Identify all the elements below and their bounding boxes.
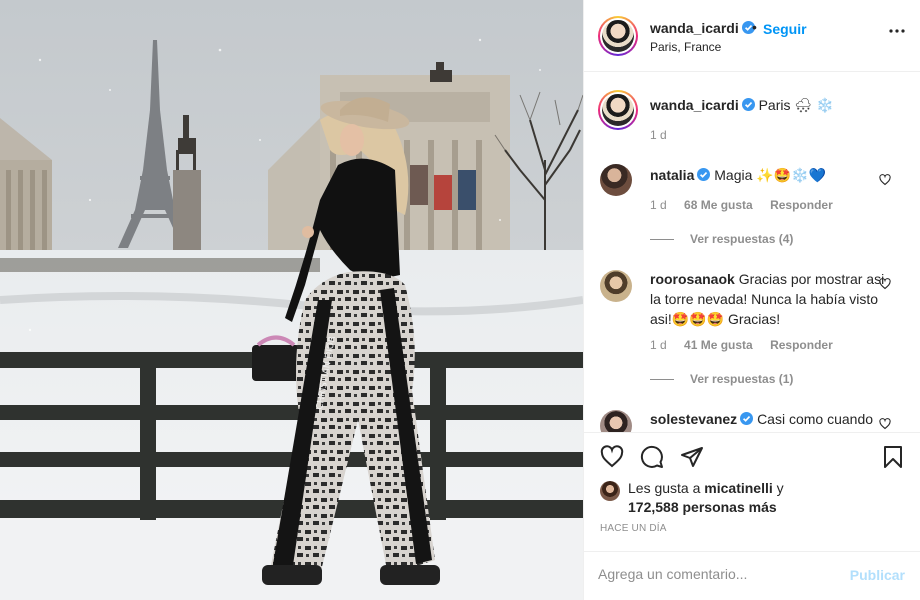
liker-avatar[interactable]	[600, 481, 620, 501]
replies-divider	[650, 379, 674, 381]
likes-summary: Les gusta a micatinelli y 172,588 person…	[628, 479, 784, 517]
paris-snow-photo: CHRISTIAN DIOR	[0, 0, 583, 600]
caption-meta: 1 d	[650, 128, 681, 142]
comment-bubble-icon[interactable]	[640, 445, 664, 469]
comment-text: roorosanaok Gracias por mostrar asi la t…	[650, 269, 885, 329]
comment-username[interactable]: natalia	[650, 167, 694, 183]
comment-time[interactable]: 1 d	[650, 198, 667, 212]
view-replies-button[interactable]: Ver respuestas (1)	[650, 372, 793, 386]
username-link[interactable]: wanda_icardi	[650, 20, 739, 36]
share-paper-plane-icon[interactable]	[680, 445, 704, 469]
publish-button[interactable]: Publicar	[850, 567, 905, 583]
verified-badge-icon	[740, 412, 754, 425]
separator-dot: •	[752, 19, 757, 35]
comment-avatar[interactable]	[600, 410, 632, 432]
follow-button[interactable]: Seguir	[763, 21, 807, 37]
comment-text: solestevanez Casi como cuando	[650, 409, 885, 429]
like-comment-heart-icon[interactable]	[879, 278, 891, 290]
likes-count[interactable]: 172,588 personas más	[628, 499, 777, 515]
caption-time[interactable]: 1 d	[650, 128, 667, 142]
like-comment-heart-icon[interactable]	[879, 418, 891, 430]
avatar[interactable]	[598, 90, 638, 130]
add-comment-bar: Publicar	[584, 551, 920, 600]
comment-meta: 1 d 68 Me gusta Responder	[650, 198, 847, 212]
reply-button[interactable]: Responder	[770, 338, 833, 352]
post-detail-panel: wanda_icardi • Seguir Paris, France wand…	[583, 0, 920, 600]
comment-meta: 1 d 41 Me gusta Responder	[650, 338, 847, 352]
replies-divider	[650, 239, 674, 241]
post-timestamp[interactable]: HACE UN DÍA	[600, 523, 667, 534]
comments-list[interactable]: wanda_icardi Paris 🌨 ❄️ 1 d natalia Magi…	[584, 72, 920, 432]
add-comment-input[interactable]	[598, 566, 828, 582]
view-replies-label[interactable]: Ver respuestas (1)	[690, 372, 793, 386]
avatar[interactable]	[598, 16, 638, 56]
more-options-icon[interactable]	[889, 28, 905, 34]
liker-username[interactable]: micatinelli	[704, 480, 772, 496]
view-replies-label[interactable]: Ver respuestas (4)	[690, 232, 793, 246]
reply-button[interactable]: Responder	[770, 198, 833, 212]
caption-body: Paris 🌨 ❄️	[758, 97, 834, 113]
caption-username[interactable]: wanda_icardi	[650, 97, 739, 113]
comment-likes[interactable]: 41 Me gusta	[684, 338, 753, 352]
verified-badge-icon	[697, 168, 711, 181]
post-location[interactable]: Paris, France	[650, 40, 721, 54]
comment-likes[interactable]: 68 Me gusta	[684, 198, 753, 212]
likes-suffix: y	[776, 480, 784, 496]
save-bookmark-icon[interactable]	[881, 445, 905, 469]
comment-time[interactable]: 1 d	[650, 338, 667, 352]
comment-username[interactable]: roorosanaok	[650, 271, 735, 287]
view-replies-button[interactable]: Ver respuestas (4)	[650, 232, 793, 246]
post-actions: Les gusta a micatinelli y 172,588 person…	[584, 432, 920, 598]
comment-username[interactable]: solestevanez	[650, 411, 737, 427]
caption-text: wanda_icardi Paris 🌨 ❄️	[650, 95, 885, 115]
post-header: wanda_icardi • Seguir Paris, France	[584, 0, 920, 72]
comment-avatar[interactable]	[600, 164, 632, 196]
comment-body: Magia ✨🤩❄️💙	[714, 167, 826, 183]
like-heart-icon[interactable]	[600, 445, 624, 469]
comment-text: natalia Magia ✨🤩❄️💙	[650, 165, 885, 185]
post-username[interactable]: wanda_icardi	[650, 20, 755, 36]
verified-badge-icon	[741, 98, 755, 111]
comment-avatar[interactable]	[600, 270, 632, 302]
comment-body: Casi como cuando	[757, 411, 874, 427]
likes-prefix: Les gusta a	[628, 480, 701, 496]
post-photo[interactable]: CHRISTIAN DIOR	[0, 0, 583, 600]
like-comment-heart-icon[interactable]	[879, 174, 891, 186]
